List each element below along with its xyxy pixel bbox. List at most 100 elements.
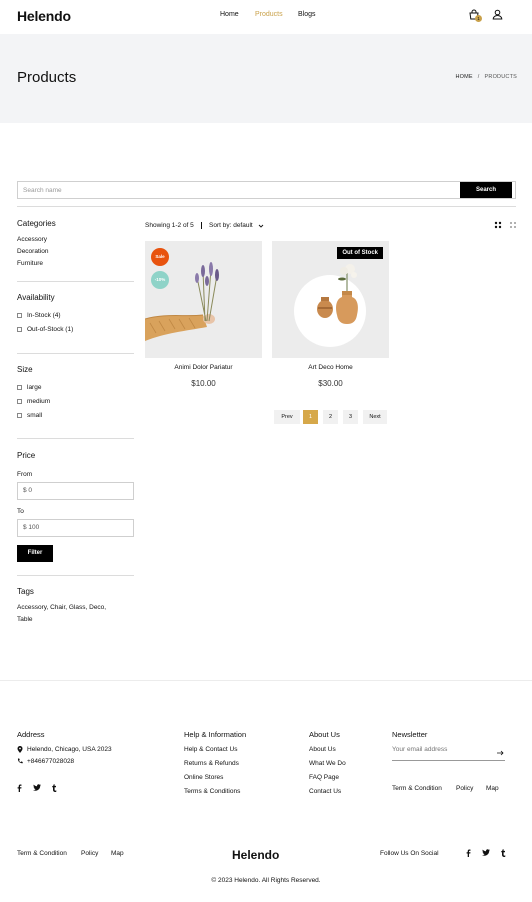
footer-phone[interactable]: +846677028028 xyxy=(17,758,74,765)
newsletter-submit-button[interactable] xyxy=(497,750,504,756)
checkbox[interactable] xyxy=(17,326,22,332)
availability-heading: Availability xyxy=(17,293,55,302)
checkbox[interactable] xyxy=(17,384,22,390)
sidebar-divider xyxy=(17,575,134,576)
tumblr-link[interactable] xyxy=(501,849,506,857)
breadcrumb-separator: / xyxy=(477,74,480,80)
footer-about-link[interactable]: Contact Us xyxy=(309,788,341,795)
footer-bottom-link[interactable]: Term & Condition xyxy=(17,850,67,857)
price-to-input[interactable]: $ 100 xyxy=(17,519,134,537)
search-input[interactable] xyxy=(18,182,461,198)
footer-divider xyxy=(0,680,532,681)
product-name[interactable]: Art Deco Home xyxy=(272,364,389,371)
product-card[interactable]: Sale -10% Animi Dolor Pariatur $10.00 xyxy=(145,241,262,388)
price-from-label: From xyxy=(17,471,33,478)
nav-products[interactable]: Products xyxy=(255,11,283,18)
footer-help-link[interactable]: Terms & Conditions xyxy=(184,788,240,795)
sidebar-divider xyxy=(17,353,134,354)
categories-heading: Categories xyxy=(17,219,56,228)
newsletter-email-input[interactable] xyxy=(392,746,492,753)
nav-home[interactable]: Home xyxy=(220,11,239,18)
size-small[interactable]: small xyxy=(17,412,42,419)
pagination-page-2[interactable]: 2 xyxy=(323,410,338,424)
user-icon xyxy=(492,9,503,20)
footer-address-heading: Address xyxy=(17,730,45,739)
page-title: Products xyxy=(17,69,77,86)
tag-list: Accessory, Chair, Glass, Deco, Table xyxy=(17,602,137,626)
page-hero: Products HOME / PRODUCTS xyxy=(0,34,532,123)
footer-help-link[interactable]: Returns & Refunds xyxy=(184,760,239,767)
list-view-button[interactable] xyxy=(509,221,517,229)
price-from-input[interactable]: $ 0 xyxy=(17,482,134,500)
checkbox[interactable] xyxy=(17,412,22,418)
footer-newsletter-link[interactable]: Policy xyxy=(456,785,473,792)
tags-heading: Tags xyxy=(17,587,34,596)
twitter-link[interactable] xyxy=(33,784,41,791)
account-button[interactable] xyxy=(492,9,503,20)
facebook-link[interactable] xyxy=(466,849,471,857)
location-icon xyxy=(17,746,23,753)
size-large[interactable]: large xyxy=(17,384,41,391)
search-button[interactable]: Search xyxy=(460,182,512,198)
category-accessory[interactable]: Accessory xyxy=(17,236,47,243)
footer-logo[interactable]: Helendo xyxy=(232,848,279,862)
tumblr-icon xyxy=(52,784,57,792)
sort-label: Sort by: default xyxy=(209,222,253,229)
footer-help-link[interactable]: Online Stores xyxy=(184,774,223,781)
grid-icon xyxy=(494,221,502,229)
footer-help-link[interactable]: Help & Contact Us xyxy=(184,746,237,753)
footer-about-heading: About Us xyxy=(309,730,340,739)
pagination-next[interactable]: Next xyxy=(363,410,387,424)
arrow-right-icon xyxy=(497,750,504,756)
phone-icon xyxy=(17,758,23,764)
size-medium[interactable]: medium xyxy=(17,398,50,405)
footer-phone-text: +846677028028 xyxy=(27,758,75,765)
product-name[interactable]: Animi Dolor Pariatur xyxy=(145,364,262,371)
sort-dropdown[interactable]: Sort by: default xyxy=(209,222,253,229)
grid-view-button[interactable] xyxy=(494,221,502,229)
nav-blogs[interactable]: Blogs xyxy=(298,11,316,18)
pagination-page-3[interactable]: 3 xyxy=(343,410,358,424)
cart-button[interactable]: 1 xyxy=(468,9,482,22)
facebook-link[interactable] xyxy=(17,784,22,792)
copyright: © 2023 Helendo. All Rights Reserved. xyxy=(211,877,321,884)
filter-button[interactable]: Filter xyxy=(17,545,53,562)
category-decoration[interactable]: Decoration xyxy=(17,248,48,255)
twitter-link[interactable] xyxy=(482,849,490,856)
product-price: $10.00 xyxy=(191,379,216,388)
breadcrumb-home[interactable]: HOME xyxy=(455,74,472,80)
pagination-page-1[interactable]: 1 xyxy=(303,410,318,424)
facebook-icon xyxy=(466,849,471,857)
footer-bottom-link[interactable]: Policy xyxy=(81,850,98,857)
chevron-down-icon xyxy=(258,223,264,229)
size-heading: Size xyxy=(17,365,33,374)
checkbox[interactable] xyxy=(17,398,22,404)
footer-newsletter-link[interactable]: Map xyxy=(486,785,499,792)
footer-newsletter-link[interactable]: Term & Condition xyxy=(392,785,442,792)
list-icon xyxy=(510,222,516,228)
price-heading: Price xyxy=(17,451,36,460)
site-logo[interactable]: Helendo xyxy=(17,8,71,24)
breadcrumb-current: PRODUCTS xyxy=(484,74,517,80)
pagination-prev[interactable]: Prev xyxy=(274,410,300,424)
twitter-icon xyxy=(482,849,490,856)
availability-out-of-stock[interactable]: Out-of-Stock (1) xyxy=(17,326,73,333)
availability-in-stock[interactable]: In-Stock (4) xyxy=(17,312,61,319)
footer-address-text: Helendo, Chicago, USA 2023 xyxy=(27,746,112,754)
breadcrumb: HOME / PRODUCTS xyxy=(455,74,517,80)
tumblr-link[interactable] xyxy=(52,784,57,792)
tag-line[interactable]: Accessory, Chair, Glass, Deco, xyxy=(17,602,137,614)
tag-line[interactable]: Table xyxy=(17,614,137,626)
sidebar-divider xyxy=(17,438,134,439)
out-of-stock-badge: Out of Stock xyxy=(337,247,383,259)
search-bar: Search xyxy=(17,181,516,199)
footer-bottom-link[interactable]: Map xyxy=(111,850,124,857)
footer-about-link[interactable]: About Us xyxy=(309,746,336,753)
footer-about-link[interactable]: FAQ Page xyxy=(309,774,339,781)
checkbox[interactable] xyxy=(17,312,22,318)
footer-about-link[interactable]: What We Do xyxy=(309,760,346,767)
category-furniture[interactable]: Furniture xyxy=(17,260,43,267)
discount-badge: -10% xyxy=(151,271,169,289)
product-card[interactable]: Out of Stock Art Deco Home $30.00 xyxy=(272,241,389,388)
availability-out-of-stock-label: Out-of-Stock (1) xyxy=(27,326,74,333)
